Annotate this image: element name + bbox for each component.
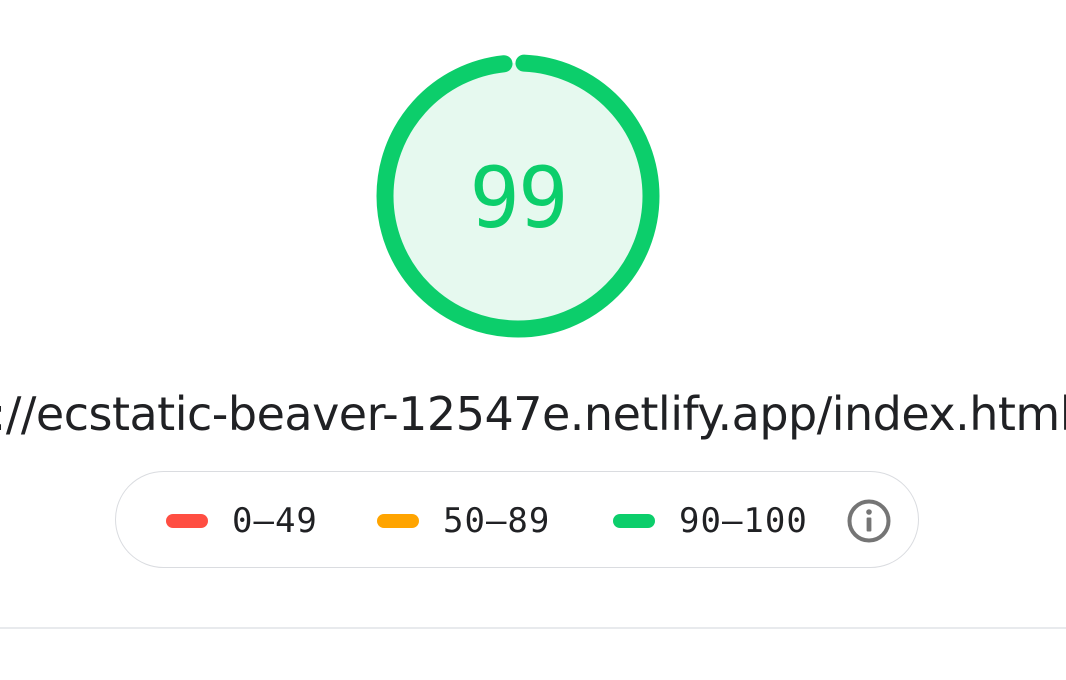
legend-label-pass: 90–100 (679, 500, 808, 541)
legend-swatch-fail (166, 513, 208, 528)
section-divider (0, 627, 1066, 629)
legend-label-average: 50–89 (443, 500, 551, 541)
score-legend: 0–49 50–89 90–100 (115, 471, 919, 568)
legend-item-pass: 90–100 (613, 472, 808, 569)
page-url: https://ecstatic-beaver-12547e.netlify.a… (0, 387, 1066, 441)
legend-item-fail: 0–49 (166, 472, 318, 569)
score-gauge: 99 (376, 54, 660, 338)
score-value: 99 (469, 149, 568, 247)
legend-swatch-average (377, 513, 419, 528)
url-line: https://ecstatic-beaver-12547e.netlify.a… (0, 380, 1066, 450)
legend-swatch-pass (613, 513, 655, 528)
legend-label-fail: 0–49 (232, 500, 318, 541)
info-circle-icon[interactable] (847, 499, 891, 543)
legend-item-average: 50–89 (377, 472, 550, 569)
